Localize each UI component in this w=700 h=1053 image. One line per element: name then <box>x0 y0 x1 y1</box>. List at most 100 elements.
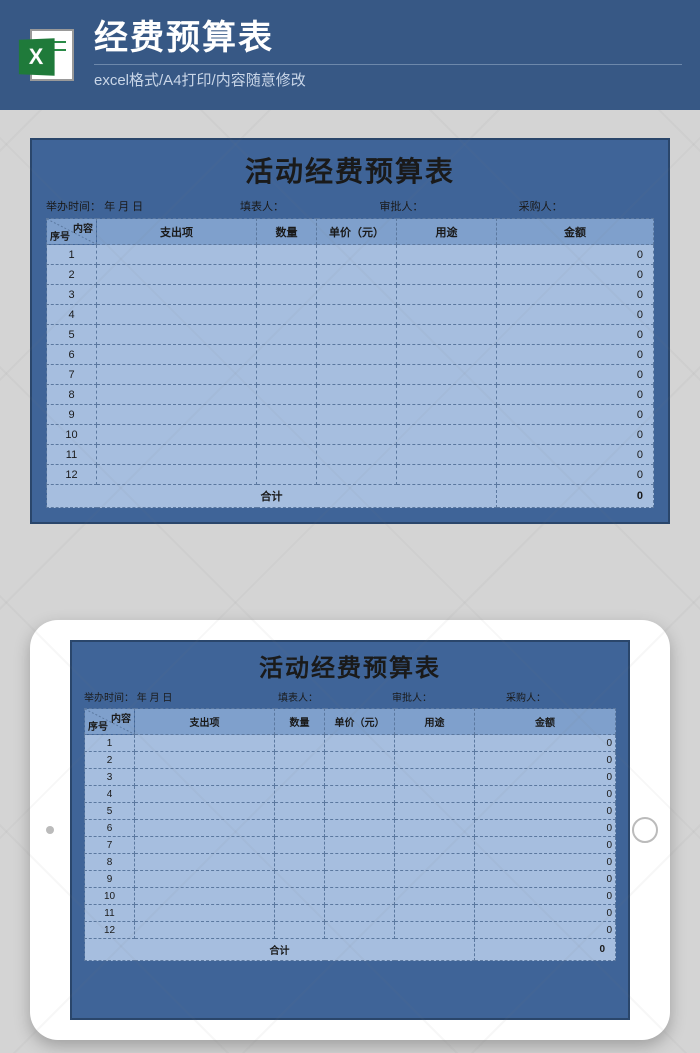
cell <box>257 325 317 345</box>
cell <box>397 465 497 485</box>
table-row: 70 <box>85 837 616 854</box>
cell <box>325 922 395 939</box>
row-index: 10 <box>47 425 97 445</box>
row-index: 1 <box>85 735 135 752</box>
table-row: 90 <box>85 871 616 888</box>
row-amount: 0 <box>475 820 616 837</box>
cell <box>395 888 475 905</box>
table-row: 12 0 <box>85 922 616 939</box>
cell <box>257 365 317 385</box>
cell <box>257 265 317 285</box>
col-use: 用途 <box>397 219 497 245</box>
cell <box>317 425 397 445</box>
cell <box>317 405 397 425</box>
row-amount: 0 <box>497 445 654 465</box>
cell <box>135 786 275 803</box>
col-price: 单价（元） <box>317 219 397 245</box>
cell <box>97 325 257 345</box>
meta-approver: 审批人： <box>379 198 514 214</box>
cell <box>325 905 395 922</box>
cell <box>397 325 497 345</box>
row-amount: 0 <box>497 245 654 265</box>
excel-icon: X <box>18 25 78 85</box>
cell <box>135 888 275 905</box>
row-index: 11 <box>85 905 135 922</box>
cell <box>325 769 395 786</box>
cell <box>275 837 325 854</box>
cell <box>395 769 475 786</box>
table-row: 50 <box>85 803 616 820</box>
row-index: 4 <box>85 786 135 803</box>
col-price: 单价（元） <box>325 709 395 735</box>
table-row: 100 <box>47 425 654 445</box>
cell <box>135 837 275 854</box>
cell <box>275 752 325 769</box>
row-amount: 0 <box>497 405 654 425</box>
cell <box>325 871 395 888</box>
cell <box>275 905 325 922</box>
cell <box>397 265 497 285</box>
row-index: 2 <box>47 265 97 285</box>
col-qty: 数量 <box>257 219 317 245</box>
cell <box>395 752 475 769</box>
row-amount: 0 <box>475 922 616 939</box>
card-title: 活动经费预算表 <box>46 146 654 196</box>
meta-row-tablet: 举办时间： 年 月 日 填表人： 审批人： 采购人： <box>84 687 616 708</box>
row-index: 12 <box>85 922 135 939</box>
cell <box>395 905 475 922</box>
header-text: 经费预算表 excel格式/A4打印/内容随意修改 <box>94 20 682 89</box>
table-row: 40 <box>85 786 616 803</box>
row-amount: 0 <box>475 769 616 786</box>
cell <box>317 325 397 345</box>
cell <box>397 285 497 305</box>
table-row: 30 <box>47 285 654 305</box>
cell <box>275 854 325 871</box>
cell <box>397 425 497 445</box>
cell <box>97 365 257 385</box>
template-header: X 经费预算表 excel格式/A4打印/内容随意修改 <box>0 0 700 110</box>
table-row: 60 <box>47 345 654 365</box>
col-amount: 金额 <box>497 219 654 245</box>
table-row: 11 0 <box>85 905 616 922</box>
cell <box>397 365 497 385</box>
row-amount: 0 <box>497 365 654 385</box>
card-title-tablet: 活动经费预算表 <box>84 646 616 687</box>
cell <box>325 735 395 752</box>
cell <box>257 465 317 485</box>
row-index: 11 <box>47 445 97 465</box>
cell <box>317 345 397 365</box>
budget-body-tablet: 102030405060708090100110120 <box>85 735 616 939</box>
budget-body: 102030405060708090100110120 <box>47 245 654 485</box>
cell <box>397 405 497 425</box>
total-row: 合计 0 <box>85 939 616 961</box>
cell <box>317 385 397 405</box>
cell <box>135 854 275 871</box>
row-index: 9 <box>85 871 135 888</box>
cell <box>395 871 475 888</box>
row-index: 1 <box>47 245 97 265</box>
table-row: 80 <box>85 854 616 871</box>
cell <box>397 305 497 325</box>
meta-approver: 审批人： <box>392 689 502 704</box>
cell <box>325 752 395 769</box>
row-index: 3 <box>85 769 135 786</box>
cell <box>275 803 325 820</box>
meta-filler: 填表人： <box>240 198 375 214</box>
row-amount: 0 <box>475 752 616 769</box>
cell <box>97 445 257 465</box>
row-amount: 0 <box>475 854 616 871</box>
cell <box>317 245 397 265</box>
total-amount: 0 <box>497 485 654 508</box>
cell <box>325 820 395 837</box>
row-index: 6 <box>47 345 97 365</box>
row-index: 7 <box>47 365 97 385</box>
cell <box>275 786 325 803</box>
row-index: 9 <box>47 405 97 425</box>
row-amount: 0 <box>497 345 654 365</box>
cell <box>317 445 397 465</box>
col-amount: 金额 <box>475 709 616 735</box>
cell <box>97 385 257 405</box>
row-amount: 0 <box>475 905 616 922</box>
row-index: 10 <box>85 888 135 905</box>
cell <box>97 425 257 445</box>
